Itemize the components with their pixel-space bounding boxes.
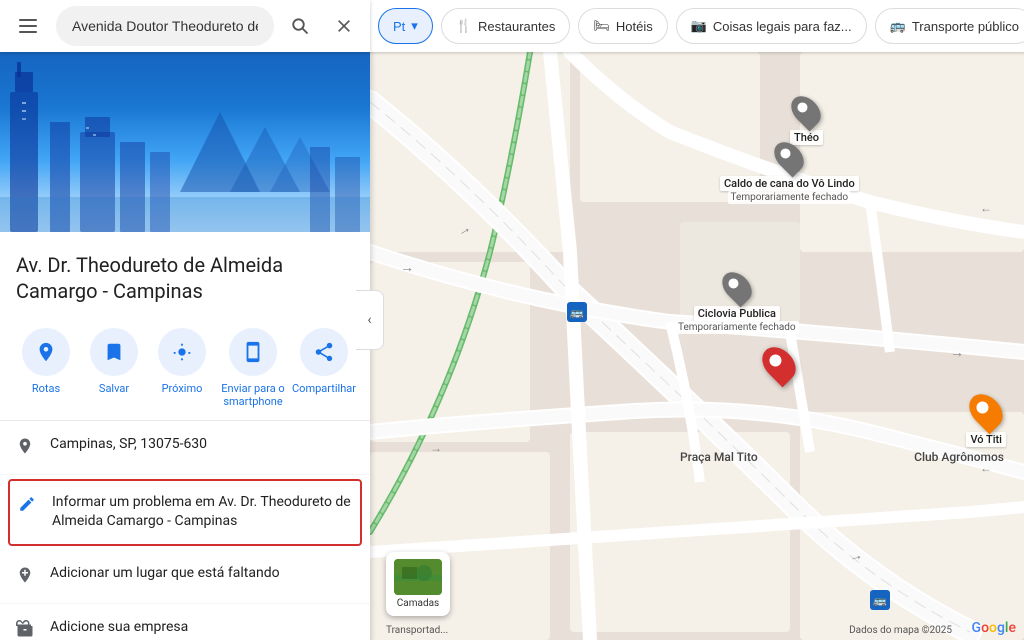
pt-label: Pt (393, 19, 405, 34)
hoteis-label: Hotéis (616, 19, 653, 34)
svg-text:→: → (950, 345, 964, 361)
transport-data-label: Transportad... (386, 625, 448, 636)
salvar-icon (90, 328, 138, 376)
ciclovia-label: Ciclovia Publica (694, 306, 780, 321)
bus-stop-2[interactable]: 🚌 (870, 590, 890, 610)
map-area[interactable]: Pt ▾ 🍴 Restaurantes 🛏 Hotéis 📷 Coisas le… (370, 0, 1024, 640)
action-proximo[interactable]: Próximo (152, 328, 212, 408)
filter-restaurantes-button[interactable]: 🍴 Restaurantes (441, 8, 571, 44)
left-panel: Av. Dr. Theodureto de Almeida Camargo - … (0, 52, 370, 640)
action-buttons: Rotas Salvar (0, 316, 370, 421)
list-item-address[interactable]: Campinas, SP, 13075-630 (0, 421, 370, 475)
svg-text:→: → (430, 441, 442, 455)
place-info: Av. Dr. Theodureto de Almeida Camargo - … (0, 232, 370, 316)
action-salvar[interactable]: Salvar (84, 328, 144, 408)
restaurantes-label: Restaurantes (478, 19, 555, 34)
filter-coisas-button[interactable]: 📷 Coisas legais para faz... (676, 8, 867, 44)
ciclovia-sublabel: Temporariamente fechado (675, 321, 799, 334)
marker-main[interactable] (765, 345, 793, 383)
hamburger-button[interactable] (8, 6, 48, 46)
votiti-pin (963, 388, 1010, 435)
map-roads-svg: → → → → → ← ← (370, 52, 1024, 640)
filter-hoteis-button[interactable]: 🛏 Hotéis (578, 8, 667, 44)
location-icon (16, 437, 34, 460)
list-item-report[interactable]: Informar um problema em Av. Dr. Theodure… (8, 479, 362, 546)
action-compartilhar[interactable]: Compartilhar (294, 328, 354, 408)
report-text: Informar um problema em Av. Dr. Theodure… (52, 493, 352, 532)
proximo-label: Próximo (162, 382, 203, 395)
camera-icon: 📷 (691, 18, 707, 34)
list-item-add-business[interactable]: Adicione sua empresa (0, 604, 370, 640)
hero-image (0, 52, 370, 232)
filter-transporte-button[interactable]: 🚌 Transporte público (875, 8, 1024, 44)
bus-icon: 🚌 (890, 18, 906, 34)
layers-button[interactable]: Camadas (386, 552, 450, 616)
compartilhar-icon (300, 328, 348, 376)
list-item-add-place[interactable]: Adicionar um lugar que está faltando (0, 550, 370, 604)
svg-text:→: → (400, 260, 414, 276)
map-canvas[interactable]: → → → → → ← ← Praça Mal Tito Club Agrôno… (370, 52, 1024, 640)
list-section: Campinas, SP, 13075-630 Informar um prob… (0, 421, 370, 640)
search-input[interactable] (56, 6, 274, 46)
add-place-text: Adicionar um lugar que está faltando (50, 564, 280, 584)
marker-ciclovia[interactable]: Ciclovia Publica Temporariamente fechado (675, 270, 799, 334)
rotas-label: Rotas (32, 382, 60, 395)
map-filter-bar: Pt ▾ 🍴 Restaurantes 🛏 Hotéis 📷 Coisas le… (370, 0, 1024, 52)
marker-caldo[interactable]: Caldo de cana do Vô Lindo Temporariament… (720, 140, 859, 204)
caldo-label: Caldo de cana do Vô Lindo (720, 176, 859, 191)
google-watermark: Google (972, 620, 1016, 636)
business-icon (16, 620, 34, 640)
add-business-text: Adicione sua empresa (50, 618, 188, 638)
votiti-label: Vó Titi (966, 432, 1006, 447)
place-name: Av. Dr. Theodureto de Almeida Camargo - … (16, 252, 354, 304)
add-location-icon (16, 566, 34, 589)
rotas-icon (22, 328, 70, 376)
layers-thumbnail (394, 559, 442, 595)
svg-text:←: ← (980, 461, 992, 475)
enviar-label: Enviar para o smartphone (220, 382, 286, 408)
caldo-pin (769, 136, 810, 177)
address-text: Campinas, SP, 13075-630 (50, 435, 207, 455)
transporte-label: Transporte público (912, 19, 1019, 34)
search-button[interactable] (282, 8, 318, 44)
filter-pt-button[interactable]: Pt ▾ (378, 8, 433, 44)
collapse-panel-button[interactable]: ‹ (356, 290, 384, 350)
chevron-down-icon: ▾ (411, 18, 418, 34)
theo-pin (786, 90, 827, 131)
restaurant-icon: 🍴 (456, 18, 472, 34)
action-rotas[interactable]: Rotas (16, 328, 76, 408)
marker-votiti[interactable]: Vó Titi (966, 392, 1006, 447)
action-enviar[interactable]: Enviar para o smartphone (220, 328, 286, 408)
proximo-icon (158, 328, 206, 376)
bus-stop-1[interactable]: 🚌 (567, 302, 587, 322)
caldo-sublabel: Temporariamente fechado (728, 191, 852, 204)
compartilhar-label: Compartilhar (292, 382, 356, 395)
search-bar (0, 0, 370, 52)
hotel-icon: 🛏 (593, 18, 610, 34)
salvar-label: Salvar (99, 382, 129, 395)
edit-icon (18, 495, 36, 518)
marker-theo[interactable]: Théo (790, 94, 823, 145)
enviar-icon (229, 328, 277, 376)
svg-text:←: ← (980, 201, 992, 215)
coisas-label: Coisas legais para faz... (713, 19, 852, 34)
ciclovia-pin (716, 266, 757, 307)
map-data-label: Dados do mapa ©2025 (849, 625, 952, 636)
close-button[interactable] (326, 8, 362, 44)
layers-label: Camadas (397, 598, 439, 609)
